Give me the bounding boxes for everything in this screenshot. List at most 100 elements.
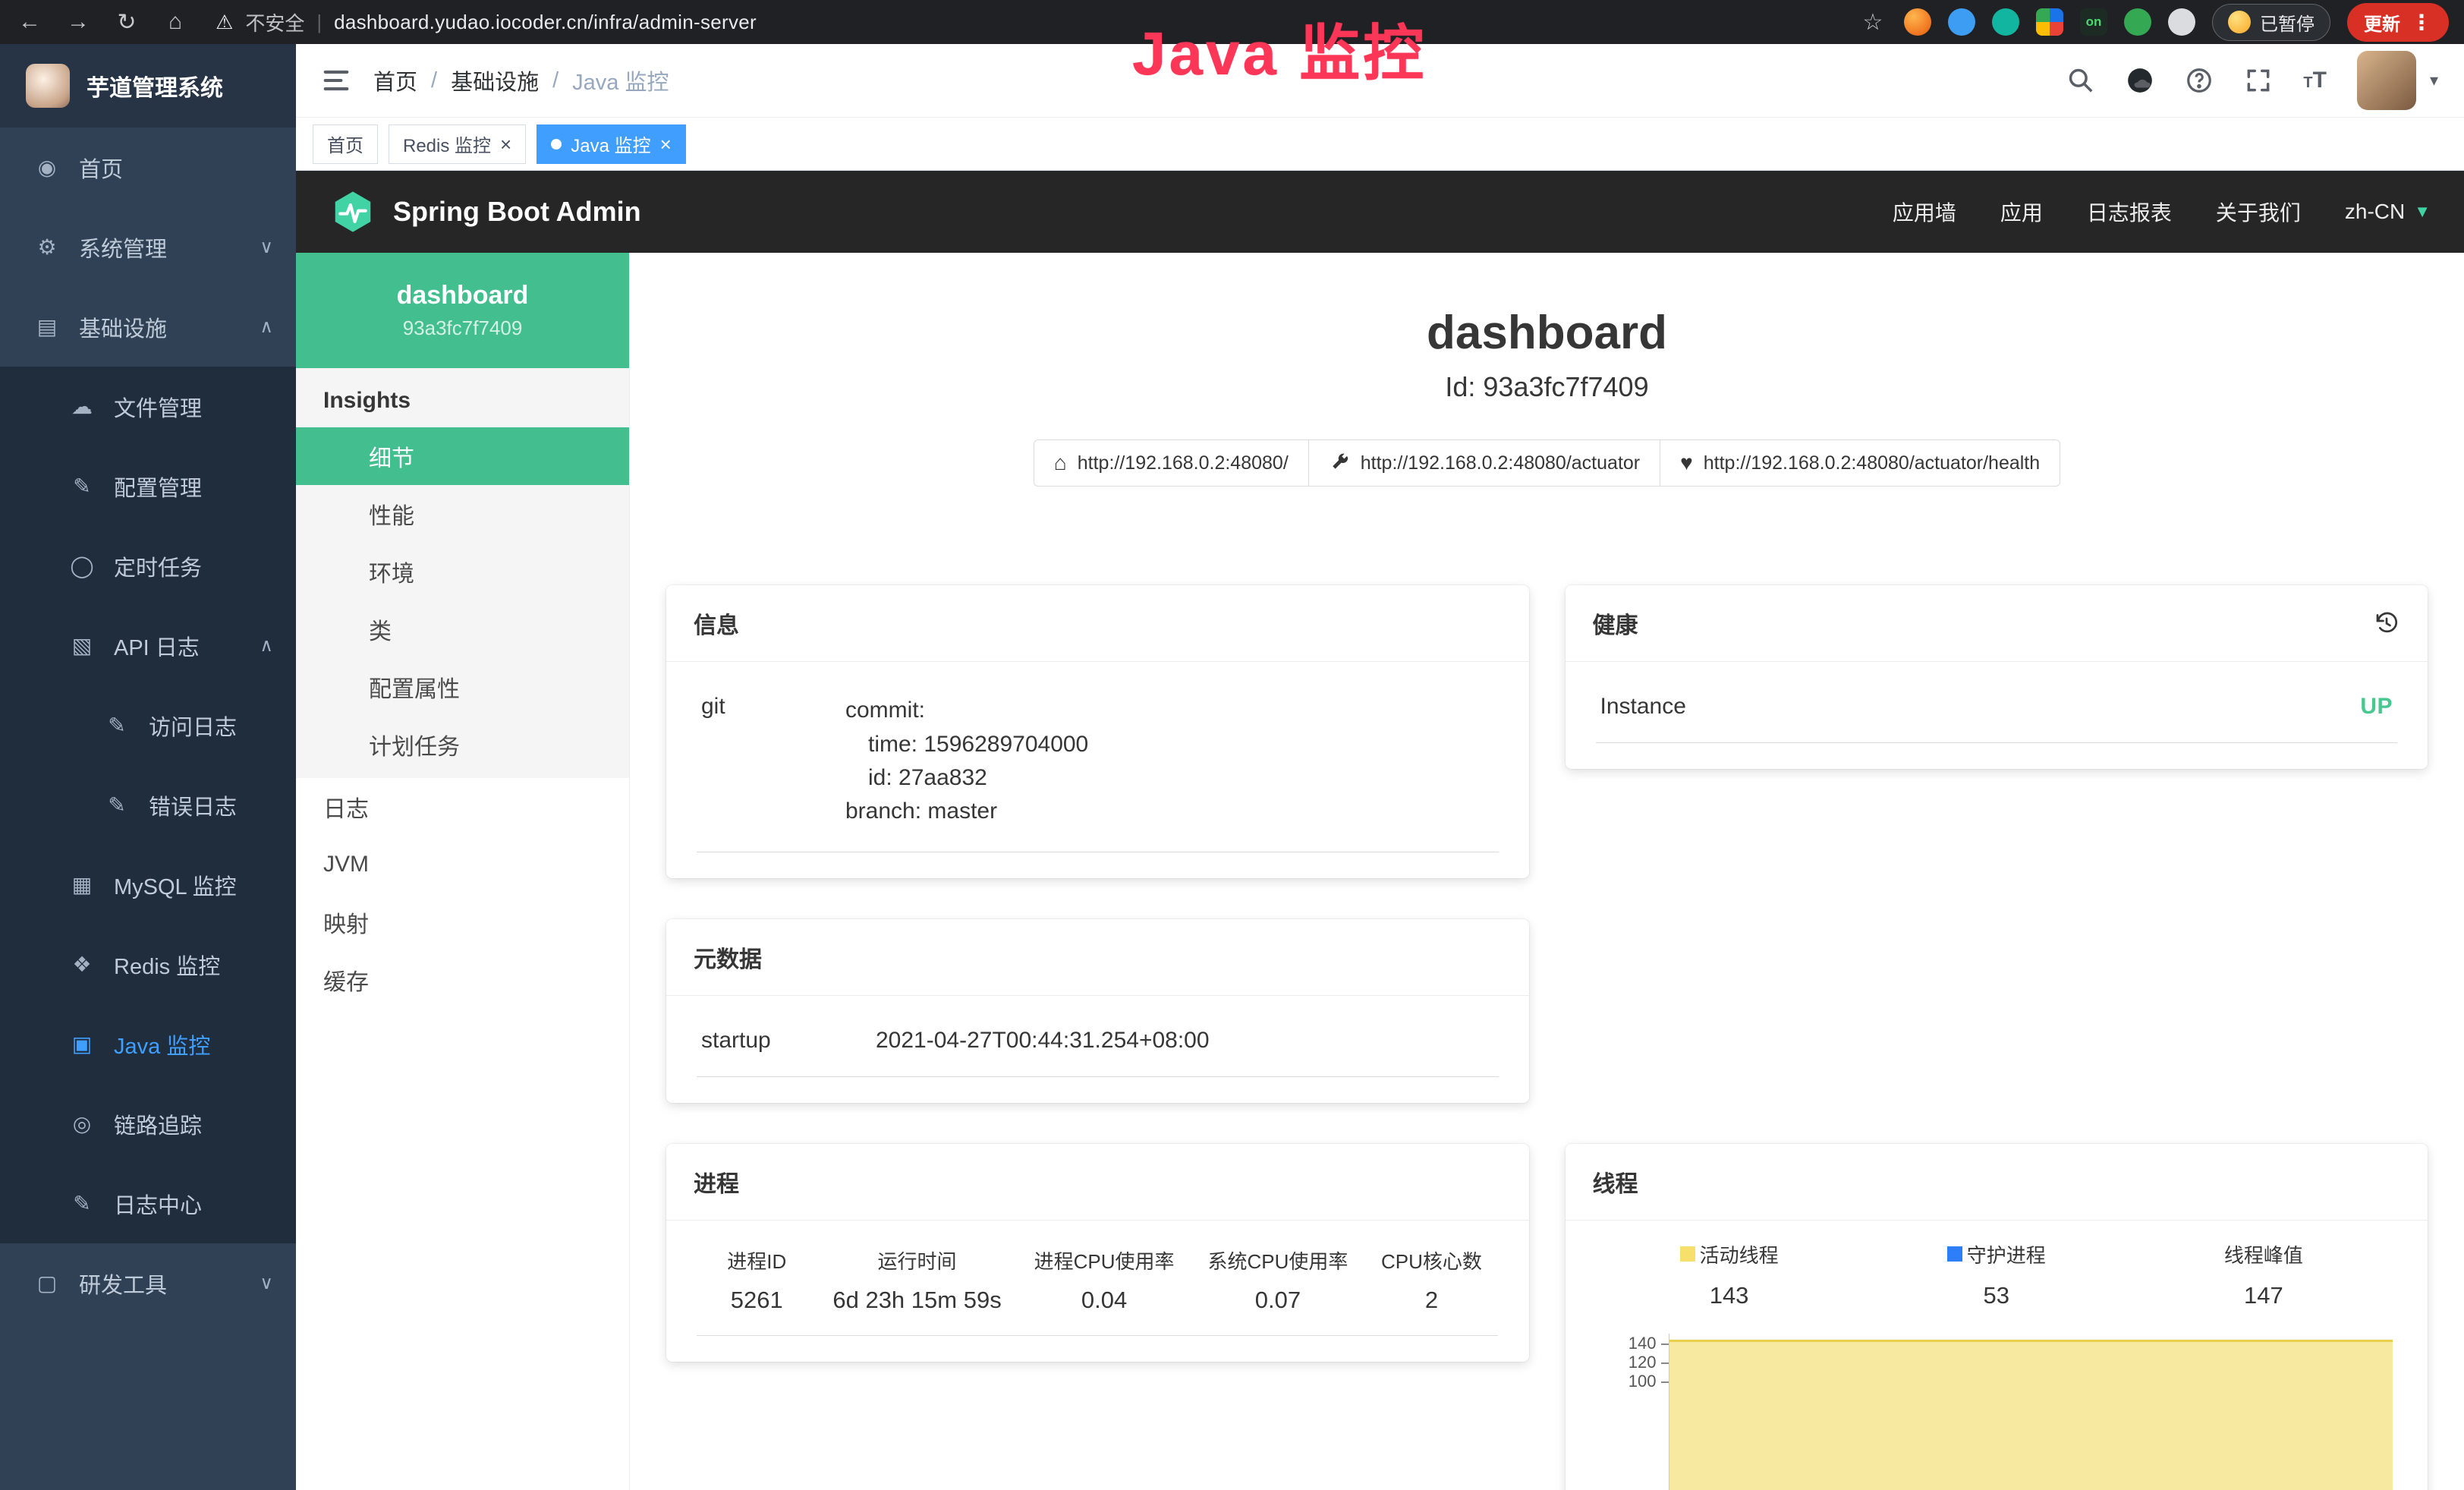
extension-icon-leaf[interactable] [2124,8,2151,36]
metadata-value: 2021-04-27T00:44:31.254+08:00 [876,1028,1210,1054]
mysql-icon: ▦ [67,872,97,897]
sba-nav-applications[interactable]: 应用 [2000,197,2043,227]
sidebar-item-log-center[interactable]: ✎ 日志中心 [0,1164,296,1243]
fullscreen-icon[interactable] [2244,66,2273,95]
breadcrumb: 首页 / 基础设施 / Java 监控 [373,65,669,96]
search-icon[interactable] [2066,66,2095,95]
tools-icon: ▢ [32,1271,62,1296]
sidebar-item-file[interactable]: ☁ 文件管理 [0,367,296,446]
menu-item-scheduled-tasks[interactable]: 计划任务 [296,716,629,773]
menu-item-logging[interactable]: 日志 [296,778,629,836]
home-icon[interactable]: ⌂ [161,9,190,35]
menu-item-caches[interactable]: 缓存 [296,951,629,1009]
sba-nav-links: 应用墙 应用 日志报表 关于我们 zh-CN ▼ [1893,197,2431,227]
health-url-link[interactable]: ♥ http://192.168.0.2:48080/actuator/heal… [1660,439,2060,487]
process-col-header: 进程ID [697,1230,817,1279]
instance-content: dashboard Id: 93a3fc7f7409 ⌂ http://192.… [630,253,2464,1490]
sidebar-item-api-log[interactable]: ▧ API 日志 ∧ [0,606,296,685]
extension-icon-grid[interactable] [2036,8,2063,36]
wrench-icon [1329,452,1350,474]
tab-redis-monitor[interactable]: Redis 监控 × [389,124,526,164]
trace-icon: ◎ [67,1111,97,1136]
legend-peak-value: 147 [2130,1268,2397,1314]
menu-item-config-props[interactable]: 配置属性 [296,658,629,716]
help-icon[interactable] [2185,66,2214,95]
legend-live-threads: 活动线程 [1596,1240,1863,1268]
bookmark-star-icon[interactable]: ☆ [1858,9,1887,36]
chevron-down-icon: ▼ [2414,202,2431,222]
update-button[interactable]: 更新 ⋮ [2347,3,2449,42]
menu-item-beans[interactable]: 类 [296,600,629,658]
breadcrumb-infra[interactable]: 基础设施 [451,65,539,96]
tab-java-monitor[interactable]: Java 监控 × [537,124,686,164]
sidebar-item-java[interactable]: ▣ Java 监控 [0,1004,296,1084]
process-value: 0.04 [1018,1279,1191,1336]
close-icon[interactable]: × [660,134,672,154]
back-icon[interactable]: ← [15,9,44,35]
sidebar-item-error-log[interactable]: ✎ 错误日志 [0,765,296,845]
extension-icon-on-badge[interactable]: on [2080,8,2107,36]
sba-nav-about[interactable]: 关于我们 [2216,197,2301,227]
breadcrumb-home[interactable]: 首页 [373,65,417,96]
menu-item-metrics[interactable]: 性能 [296,485,629,543]
info-git-row: git commit: time: 1596289704000 id: 27aa… [697,671,1499,852]
history-icon[interactable] [2373,610,2400,637]
hamburger-icon[interactable] [322,66,351,95]
forward-icon[interactable]: → [64,9,93,35]
extension-icon-fox[interactable] [1904,8,1931,36]
avatar[interactable] [2357,51,2416,110]
sidebar-item-dev-tools[interactable]: ▢ 研发工具 ∨ [0,1243,296,1323]
sidebar-item-access-log[interactable]: ✎ 访问日志 [0,685,296,765]
menu-item-details[interactable]: 细节 [296,427,629,485]
extension-icon-teal[interactable] [1992,8,2019,36]
sidebar-item-job[interactable]: ◯ 定时任务 [0,526,296,606]
menu-item-jvm[interactable]: JVM [296,836,629,893]
health-key: Instance [1600,694,1686,720]
legend-color-blue [1947,1246,1962,1262]
instance-header[interactable]: dashboard 93a3fc7f7409 [296,253,629,368]
profile-paused-chip[interactable]: 已暂停 [2212,4,2330,41]
sba-brand[interactable]: Spring Boot Admin [393,196,641,228]
font-size-icon[interactable]: TT [2303,68,2327,93]
sba-nav-journal[interactable]: 日志报表 [2087,197,2172,227]
live-threads-area [1669,1340,2393,1490]
extension-icon-pin[interactable] [1948,8,1975,36]
service-url-link[interactable]: ⌂ http://192.168.0.2:48080/ [1034,439,1309,487]
refresh-icon[interactable]: ↻ [112,9,141,36]
annotation-java-monitor: Java 监控 [1132,5,1427,93]
chart-plot-area [1669,1334,2398,1490]
sidebar-item-mysql[interactable]: ▦ MySQL 监控 [0,845,296,925]
process-col-header: 系统CPU使用率 [1191,1230,1365,1279]
sidebar-item-home[interactable]: ◉ 首页 [0,128,296,207]
y-tick: 120 [1596,1353,1669,1372]
topbar-tools: TT ▾ [2066,51,2438,110]
app-sidebar: 芋道管理系统 ◉ 首页 ⚙ 系统管理 ∨ ▤ 基础设施 ∧ ☁ 文件管理 ✎ [0,44,296,1490]
threads-chart: 140 120 100 [1596,1334,2398,1490]
extensions-puzzle-icon[interactable] [2168,8,2195,36]
screen: ← → ↻ ⌂ ⚠ 不安全 | dashboard.yudao.iocoder.… [0,0,2464,1490]
tab-home[interactable]: 首页 [313,124,378,164]
paused-label: 已暂停 [2260,9,2315,36]
locale-select[interactable]: zh-CN ▼ [2345,200,2431,224]
process-value: 2 [1364,1279,1498,1336]
chevron-up-icon: ∧ [260,635,273,657]
actuator-url-link[interactable]: http://192.168.0.2:48080/actuator [1308,439,1660,487]
active-dot [551,139,562,150]
info-card-title: 信息 [666,585,1529,662]
sba-nav-wallboard[interactable]: 应用墙 [1893,197,1956,227]
sidebar-item-config[interactable]: ✎ 配置管理 [0,446,296,526]
sidebar-item-infra[interactable]: ▤ 基础设施 ∧ [0,287,296,367]
close-icon[interactable]: × [500,134,511,154]
sidebar-item-trace[interactable]: ◎ 链路追踪 [0,1084,296,1164]
address-bar[interactable]: ⚠ 不安全 | dashboard.yudao.iocoder.cn/infra… [216,8,1839,36]
github-icon[interactable] [2126,66,2154,95]
redis-icon: ❖ [67,952,97,977]
kebab-menu-icon[interactable]: ⋮ [2411,10,2432,35]
sidebar-item-system[interactable]: ⚙ 系统管理 ∨ [0,207,296,287]
app-logo-row[interactable]: 芋道管理系统 [0,44,296,128]
url-text: dashboard.yudao.iocoder.cn/infra/admin-s… [334,11,757,34]
menu-item-environment[interactable]: 环境 [296,543,629,600]
menu-item-mappings[interactable]: 映射 [296,893,629,951]
y-tick: 100 [1596,1372,1669,1391]
sidebar-item-redis[interactable]: ❖ Redis 监控 [0,925,296,1004]
